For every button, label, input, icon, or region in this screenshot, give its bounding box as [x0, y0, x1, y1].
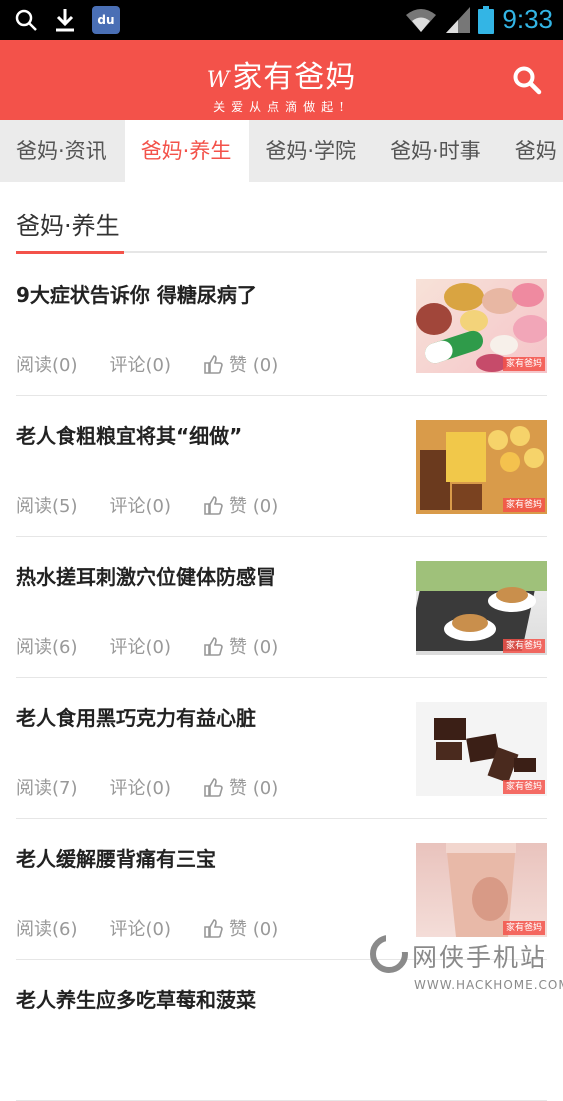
like-button[interactable]: 赞 (0) — [203, 351, 278, 377]
section-divider-accent — [16, 251, 124, 254]
read-count: 阅读(0) — [16, 355, 78, 376]
like-button[interactable]: 赞 (0) — [203, 492, 278, 518]
search-icon — [513, 66, 542, 95]
article-title[interactable]: 9大症状告诉你 得糖尿病了 — [16, 279, 396, 308]
tab-health[interactable]: 爸妈·养生 — [124, 120, 250, 182]
tab-news[interactable]: 爸妈·资讯 — [0, 120, 125, 182]
site-watermark-text: 网侠手机站 — [412, 943, 548, 972]
like-button[interactable]: 赞 (0) — [203, 774, 278, 800]
like-count: 赞 (0) — [229, 355, 279, 376]
thumbnail-watermark: 家有爸妈 — [502, 780, 545, 794]
article-title[interactable]: 老人食粗粮宜将其“细做” — [16, 420, 396, 449]
read-count: 阅读(7) — [16, 778, 78, 799]
download-icon — [56, 9, 74, 32]
article-thumbnail[interactable]: 家有爸妈 — [416, 561, 547, 655]
like-button[interactable]: 赞 (0) — [203, 633, 278, 659]
battery-icon — [478, 5, 495, 34]
thumbs-up-icon — [204, 778, 223, 797]
tab-academy[interactable]: 爸妈·学院 — [249, 120, 374, 182]
article-thumbnail[interactable]: 家有爸妈 — [416, 702, 547, 796]
read-count: 阅读(6) — [16, 637, 78, 658]
brand-name: 家有爸妈 — [232, 60, 357, 95]
section-title: 爸妈·养生 — [16, 212, 120, 240]
brand-logo: W家有爸妈 关爱从点滴做起! — [0, 52, 563, 115]
search-button[interactable] — [511, 64, 543, 96]
article-item[interactable]: 9大症状告诉你 得糖尿病了 阅读(0) 评论(0) 赞 (0) 家有爸妈 — [16, 255, 547, 396]
status-bar: du 9:33 — [0, 0, 563, 40]
article-title[interactable]: 老人缓解腰背痛有三宝 — [16, 843, 396, 872]
thumbs-up-icon — [204, 919, 223, 938]
comment-count[interactable]: 评论(0) — [110, 633, 172, 659]
article-meta: 阅读(6) 评论(0) 赞 (0) — [16, 633, 278, 659]
comment-count[interactable]: 评论(0) — [110, 351, 172, 377]
wifi-icon — [406, 8, 437, 32]
comment-count[interactable]: 评论(0) — [110, 915, 172, 941]
brand-slogan: 关爱从点滴做起! — [213, 100, 350, 114]
article-thumbnail[interactable]: 家有爸妈 — [416, 843, 547, 937]
baidu-app-icon: du — [92, 6, 120, 34]
thumbnail-watermark: 家有爸妈 — [502, 498, 545, 512]
like-button[interactable]: 赞 (0) — [203, 915, 278, 941]
article-meta: 阅读(5) 评论(0) 赞 (0) — [16, 492, 278, 518]
clock: 9:33 — [502, 4, 553, 34]
thumbnail-watermark: 家有爸妈 — [502, 357, 545, 371]
article-meta: 阅读(6) 评论(0) 赞 (0) — [16, 915, 278, 941]
tab-current-affairs[interactable]: 爸妈·时事 — [374, 120, 499, 182]
read-count: 阅读(5) — [16, 496, 78, 517]
site-watermark-url: WWW.HACKHOME.COM — [414, 978, 563, 992]
like-count: 赞 (0) — [229, 778, 279, 799]
like-count: 赞 (0) — [229, 637, 279, 658]
article-thumbnail[interactable]: 家有爸妈 — [416, 279, 547, 373]
read-count: 阅读(6) — [16, 919, 78, 940]
site-watermark: 网侠手机站 WWW.HACKHOME.COM — [368, 930, 563, 994]
article-meta: 阅读(0) 评论(0) 赞 (0) — [16, 351, 278, 377]
comment-count[interactable]: 评论(0) — [110, 774, 172, 800]
thumbnail-watermark: 家有爸妈 — [502, 639, 545, 653]
thumbs-up-icon — [204, 355, 223, 374]
thumbs-up-icon — [204, 637, 223, 656]
article-meta: 阅读(7) 评论(0) 赞 (0) — [16, 774, 278, 800]
article-thumbnail[interactable]: 家有爸妈 — [416, 420, 547, 514]
app-header: W家有爸妈 关爱从点滴做起! — [0, 40, 563, 120]
comment-count[interactable]: 评论(0) — [110, 492, 172, 518]
article-title[interactable]: 老人养生应多吃草莓和菠菜 — [16, 984, 396, 1013]
article-title[interactable]: 热水搓耳刺激穴位健体防感冒 — [16, 561, 396, 590]
thumbs-up-icon — [204, 496, 223, 515]
tab-more[interactable]: 爸妈 — [499, 120, 563, 182]
site-logo-icon — [370, 934, 408, 973]
search-icon — [15, 9, 37, 31]
signal-icon — [446, 6, 471, 33]
article-item[interactable]: 老人食用黑巧克力有益心脏 阅读(7) 评论(0) 赞 (0) 家有爸妈 — [16, 678, 547, 819]
like-count: 赞 (0) — [229, 496, 279, 517]
category-tabs: 爸妈·资讯 爸妈·养生 爸妈·学院 爸妈·时事 爸妈 — [0, 120, 563, 182]
article-title[interactable]: 老人食用黑巧克力有益心脏 — [16, 702, 396, 731]
article-item[interactable]: 热水搓耳刺激穴位健体防感冒 阅读(6) 评论(0) 赞 (0) 家有爸妈 — [16, 537, 547, 678]
brand-prefix: W — [206, 68, 231, 93]
article-item[interactable]: 老人食粗粮宜将其“细做” 阅读(5) 评论(0) 赞 (0) 家有爸妈 — [16, 396, 547, 537]
like-count: 赞 (0) — [229, 919, 279, 940]
